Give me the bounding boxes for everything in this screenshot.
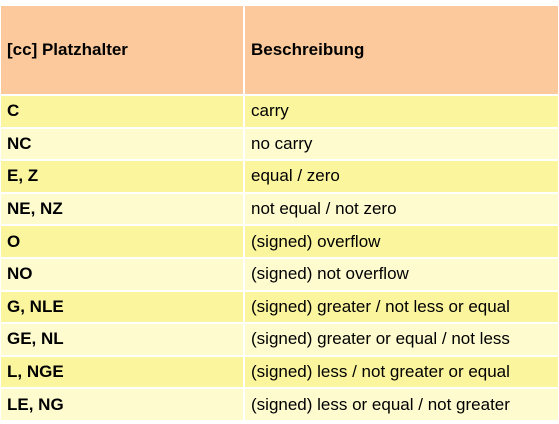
cell-description: (signed) less / not greater or equal xyxy=(244,355,558,390)
header-description: Beschreibung xyxy=(244,6,558,96)
cell-description: (signed) not overflow xyxy=(244,257,558,292)
cell-code: GE, NL xyxy=(1,323,245,357)
cell-code: O xyxy=(1,225,245,259)
table-row: NC no carry xyxy=(1,127,558,162)
cell-description: (signed) greater or equal / not less xyxy=(244,323,558,357)
page: [cc] Platzhalter Beschreibung C carry NC… xyxy=(0,0,559,424)
table-row: C carry xyxy=(1,95,558,129)
cell-code: L, NGE xyxy=(1,355,245,390)
cell-description: (signed) overflow xyxy=(244,225,558,259)
cell-code: NO xyxy=(1,257,245,292)
table-row: L, NGE (signed) less / not greater or eq… xyxy=(1,355,558,390)
cell-code: NC xyxy=(1,127,245,162)
table-header: [cc] Platzhalter Beschreibung xyxy=(1,6,558,96)
cell-description: carry xyxy=(244,95,558,129)
table-row: GE, NL (signed) greater or equal / not l… xyxy=(1,323,558,357)
cell-description: equal / zero xyxy=(244,160,558,194)
cell-code: C xyxy=(1,95,245,129)
header-placeholder: [cc] Platzhalter xyxy=(1,6,245,96)
table-row: G, NLE (signed) greater / not less or eq… xyxy=(1,290,558,325)
table-body: C carry NC no carry E, Z equal / zero NE… xyxy=(1,95,558,422)
cell-description: no carry xyxy=(244,127,558,162)
cell-description: (signed) less or equal / not greater xyxy=(244,388,558,422)
cell-code: NE, NZ xyxy=(1,192,245,227)
cell-code: E, Z xyxy=(1,160,245,194)
table-row: NE, NZ not equal / not zero xyxy=(1,192,558,227)
cell-code: LE, NG xyxy=(1,388,245,422)
table-row: LE, NG (signed) less or equal / not grea… xyxy=(1,388,558,422)
cell-code: G, NLE xyxy=(1,290,245,325)
table-row: O (signed) overflow xyxy=(1,225,558,259)
condition-code-table: [cc] Platzhalter Beschreibung C carry NC… xyxy=(1,6,558,422)
header-row: [cc] Platzhalter Beschreibung xyxy=(1,6,558,96)
cell-description: not equal / not zero xyxy=(244,192,558,227)
table-row: NO (signed) not overflow xyxy=(1,257,558,292)
table-row: E, Z equal / zero xyxy=(1,160,558,194)
cell-description: (signed) greater / not less or equal xyxy=(244,290,558,325)
